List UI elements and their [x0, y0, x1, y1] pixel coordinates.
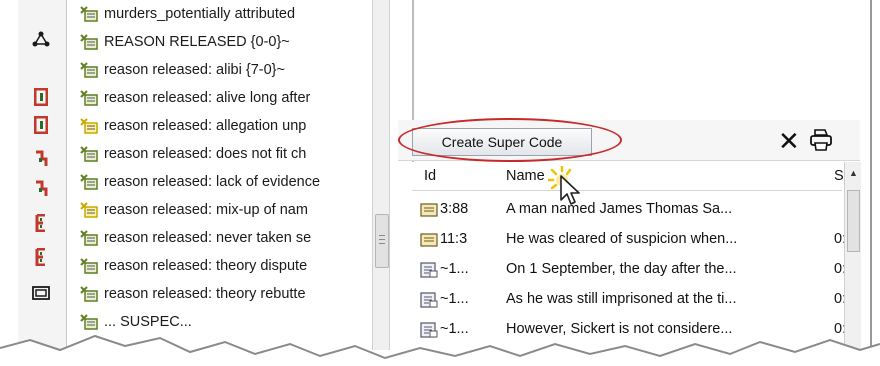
printer-icon[interactable] [808, 128, 834, 152]
code-list-item[interactable]: reason released: theory dispute [79, 254, 307, 278]
code-label: reason released: theory rebutte [104, 286, 306, 302]
code-list-item[interactable]: murders_potentially attributed [79, 2, 295, 26]
code-icon [80, 34, 98, 50]
table-row[interactable]: 3:88 A man named James Thomas Sa... [412, 198, 842, 222]
column-header-id[interactable]: Id [424, 168, 436, 184]
column-header-s[interactable]: S [834, 168, 844, 184]
table-row[interactable]: ~1... On 1 September, the day after the..… [412, 258, 846, 282]
code-label: reason released: mix-up of nam [104, 202, 308, 218]
code-icon [80, 230, 98, 246]
code-list-item[interactable]: reason released: theory rebutte [79, 282, 306, 306]
code-label: reason released: never taken se [104, 230, 312, 246]
code-bracket-red-small-icon[interactable] [32, 180, 50, 198]
column-header-name[interactable]: Name [506, 168, 545, 184]
code-label: reason released: allegation unp [104, 118, 307, 134]
code-list-item[interactable]: reason released: alive long after [79, 86, 310, 110]
cell-id: ~1... [440, 291, 469, 307]
code-icon [80, 6, 98, 22]
cell-id: 3:88 [440, 201, 469, 217]
code-label: reason released: lack of evidence [104, 174, 321, 190]
memo-doc-icon [420, 262, 438, 278]
code-label: REASON RELEASED {0-0}~ [104, 34, 290, 50]
code-icon [80, 62, 98, 78]
cell-name: He was cleared of suspicion when... [506, 231, 738, 247]
table-scrollbar[interactable]: ▲ [844, 162, 861, 350]
scroll-thumb[interactable] [375, 214, 389, 268]
code-label: reason released: theory dispute [104, 258, 308, 274]
code-segment-icon[interactable] [32, 248, 50, 266]
code-icon [80, 90, 98, 106]
cell-name: On 1 September, the day after the... [506, 261, 737, 277]
code-list-scrollbar[interactable] [372, 0, 390, 350]
code-list-item[interactable]: reason released: lack of evidence [79, 170, 320, 194]
memo-doc-icon [420, 292, 438, 308]
code-bracket-red-icon[interactable] [32, 116, 50, 134]
code-segment-icon[interactable] [32, 214, 50, 232]
code-icon [80, 258, 98, 274]
code-icon-yellow [80, 202, 98, 218]
code-label: reason released: alive long after [104, 90, 311, 106]
code-list-item[interactable]: reason released: mix-up of nam [79, 198, 308, 222]
code-label: reason released: alibi {7-0}~ [104, 62, 285, 78]
torn-edge-decoration [0, 334, 880, 366]
code-icon [80, 286, 98, 302]
quote-doc-icon [420, 233, 438, 247]
code-icon [80, 146, 98, 162]
cell-name: As he was still imprisoned at the ti... [506, 291, 737, 307]
code-toolstrip [18, 0, 67, 350]
code-list-item[interactable]: reason released: allegation unp [79, 114, 306, 138]
table-row[interactable]: ~1... As he was still imprisoned at the t… [412, 288, 846, 312]
code-list-item[interactable]: REASON RELEASED {0-0}~ [79, 30, 290, 54]
code-list-item[interactable]: reason released: never taken se [79, 226, 311, 250]
scroll-thumb[interactable] [847, 190, 860, 252]
code-icon [80, 174, 98, 190]
code-label: reason released: does not fit ch [104, 146, 307, 162]
code-icon-yellow [80, 118, 98, 134]
table-header: Id Name S [412, 162, 844, 191]
quote-doc-icon [420, 203, 438, 217]
close-icon[interactable]: ✕ [778, 128, 800, 154]
code-list: murders_potentially attributed REASON REL… [67, 0, 373, 350]
network-icon[interactable] [32, 30, 50, 48]
table-row[interactable]: 11:3 He was cleared of suspicion when... 0… [412, 228, 846, 252]
mouse-cursor-icon [546, 164, 588, 208]
quotation-toolbar: Create Super Code ✕ [398, 118, 860, 162]
code-bracket-red-icon[interactable] [32, 88, 50, 106]
quotation-table: Id Name S 3:88 A man named James Thomas S… [412, 162, 860, 350]
code-bracket-red-small-icon[interactable] [32, 150, 50, 168]
code-list-item[interactable]: reason released: does not fit ch [79, 142, 306, 166]
scroll-up-arrow-icon[interactable]: ▲ [849, 168, 858, 178]
cell-id: ~1... [440, 261, 469, 277]
highlight-oval [398, 118, 622, 162]
code-list-item[interactable]: reason released: alibi {7-0}~ [79, 58, 285, 82]
code-label: murders_potentially attributed [104, 6, 296, 22]
cell-id: 11:3 [440, 231, 468, 247]
document-frame-icon[interactable] [32, 284, 50, 302]
